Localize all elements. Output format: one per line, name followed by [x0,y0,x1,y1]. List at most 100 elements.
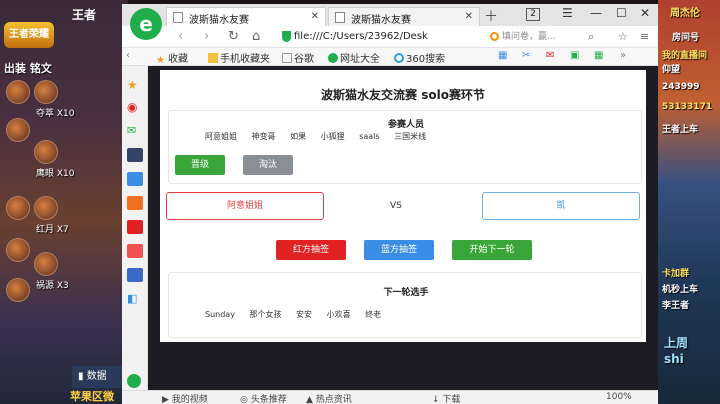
next-player-name[interactable]: 终老 [365,310,381,319]
blue-draw-button[interactable]: 蓝方抽签 [364,240,434,260]
bar-chart-icon: ▮ [78,371,84,382]
assistant-icon[interactable] [127,374,141,388]
page-icon [173,12,183,23]
bookmark-mobile[interactable]: 手机收藏夹 [208,50,270,65]
shop-icon[interactable] [127,196,143,210]
search-engine-icon [490,32,499,41]
ad-text: 243999 [662,82,700,92]
ad-text: 李王者 [662,301,690,311]
bookmark-icon[interactable]: ◧ [127,292,143,306]
server-label: 苹果区微 [70,390,114,403]
skill-label: 祸源 X3 [36,281,69,291]
url-input[interactable]: file:///C:/Users/23962/Desk [294,29,486,45]
new-tab-button[interactable]: ＋ [484,6,498,26]
next-round-title: 下一轮选手 [383,288,429,298]
ad-text: 卡加群 [662,269,690,279]
tab-count-badge[interactable]: 2 [526,8,540,21]
zoom-level[interactable]: 100% [606,392,632,402]
red-draw-button[interactable]: 红方抽签 [276,240,346,260]
participants-card: 参赛人员 阿意姐姐 神变哥 如果 小狐狸 saals 三国米线 晋级 淘汰 [168,110,642,184]
mail-icon[interactable]: ✉ [546,50,554,61]
video-icon[interactable] [127,148,143,162]
news-icon[interactable] [127,172,143,186]
shield-icon [282,31,291,42]
home-icon[interactable]: ⌂ [252,29,260,44]
search-input[interactable]: 填问卷，赢... [488,29,584,45]
grid-icon[interactable]: ▦ [594,50,603,61]
status-headlines[interactable]: ◎ 头条推荐 [240,392,287,404]
tab-inactive[interactable]: 波斯猫水友赛 ✕ [328,7,480,26]
tournament-panel: 波斯猫水友交流赛 solo赛环节 参赛人员 阿意姐姐 神变哥 如果 小狐狸 sa… [160,70,646,342]
menu-icon[interactable]: ≡ [640,30,649,43]
search-icon[interactable]: ⌕ [588,30,594,44]
participant-name[interactable]: 神变哥 [252,132,276,141]
item-icon [6,278,30,302]
ad-text: 房间号 [672,33,700,43]
reload-icon[interactable]: ↻ [228,29,239,44]
next-player-name[interactable]: 安安 [296,310,312,319]
tmall-icon[interactable] [127,220,143,234]
skill-label: 夺萃 X10 [36,109,75,119]
next-player-name[interactable]: 那个女孩 [249,310,281,319]
forward-icon[interactable]: › [204,29,209,44]
page-viewport: 波斯猫水友交流赛 solo赛环节 参赛人员 阿意姐姐 神变哥 如果 小狐狸 sa… [148,66,658,396]
eliminate-button[interactable]: 淘汰 [243,155,293,175]
promote-button[interactable]: 晋级 [175,155,225,175]
participants-list: 阿意姐姐 神变哥 如果 小狐狸 saals 三国米线 [205,131,438,142]
vs-label: VS [390,201,402,211]
next-players-list: Sunday 那个女孩 安安 小欢喜 终老 [205,309,393,320]
side-toolbar: ★ ◉ ✉ ◧ [122,66,148,396]
browser-logo-icon[interactable]: e [130,8,162,40]
next-round-button[interactable]: 开始下一轮 [452,240,532,260]
folder-icon [208,53,218,63]
news-icon: ◎ [240,395,248,404]
participant-name[interactable]: 三国米线 [394,132,426,141]
back-icon[interactable]: ‹ [178,29,183,44]
app-icon[interactable] [127,244,143,258]
browser-window: 波斯猫水友赛 ✕ 波斯猫水友赛 ✕ ＋ 2 ☰ — ☐ ✕ e ‹ › ↻ ⌂ … [122,4,658,404]
maximize-icon[interactable]: ☐ [616,6,627,20]
item-icon [34,140,58,164]
next-player-name[interactable]: 小欢喜 [327,310,351,319]
close-icon[interactable]: ✕ [465,11,473,22]
close-icon[interactable]: ✕ [311,11,319,22]
item-icon [34,196,58,220]
status-download[interactable]: ↓ 下载 [432,392,460,404]
skin-icon[interactable]: ☰ [562,6,573,20]
game-icon[interactable]: ▣ [570,50,579,61]
status-hot-news[interactable]: ▲ 热点资讯 [306,392,352,404]
participant-name[interactable]: saals [359,132,379,141]
cut-icon[interactable]: ✂ [522,50,530,61]
video-icon: ▶ [162,395,169,404]
minimize-icon[interactable]: — [590,6,602,20]
tab-bar: 波斯猫水友赛 ✕ 波斯猫水友赛 ✕ ＋ 2 ☰ — ☐ ✕ [122,4,658,26]
platform-logo: 王者 [72,8,97,22]
participant-name[interactable]: 如果 [290,132,306,141]
mail-icon[interactable]: ✉ [127,124,143,138]
tab-active[interactable]: 波斯猫水友赛 ✕ [166,7,326,26]
game-icon[interactable] [127,268,143,282]
item-icon [6,80,30,104]
participant-name[interactable]: 小狐狸 [321,132,345,141]
item-icon [6,196,30,220]
bookmark-google[interactable]: 谷歌 [282,50,314,65]
item-icon [6,238,30,262]
stats-button[interactable]: ▮ 数据 [72,366,128,388]
star-icon[interactable]: ★ [127,78,143,92]
close-window-icon[interactable]: ✕ [640,6,650,20]
bookmark-toggle-icon[interactable]: ‹ [126,50,130,61]
star-icon[interactable]: ☆ [618,30,628,43]
ad-text: 王者上车 [662,125,699,135]
bookmark-360search[interactable]: 360搜索 [394,50,445,65]
stream-left-panel: 王者荣耀 出装 铭文 夺萃 X10 鹰眼 X10 红月 X7 祸源 X3 ▮ 数… [0,0,128,404]
next-player-name[interactable]: Sunday [205,310,235,319]
bookmark-favorites[interactable]: ★ 收藏 [156,50,188,66]
weibo-icon[interactable]: ◉ [127,100,143,114]
bookmark-portal[interactable]: 网址大全 [328,50,380,65]
grid-icon[interactable]: ▦ [498,50,507,61]
next-round-card: 下一轮选手 Sunday 那个女孩 安安 小欢喜 终老 [168,272,642,338]
participant-name[interactable]: 阿意姐姐 [205,132,237,141]
more-icon[interactable]: » [620,50,626,61]
ad-text: 周杰伦 [670,8,700,19]
status-video[interactable]: ▶ 我的视频 [162,392,208,404]
